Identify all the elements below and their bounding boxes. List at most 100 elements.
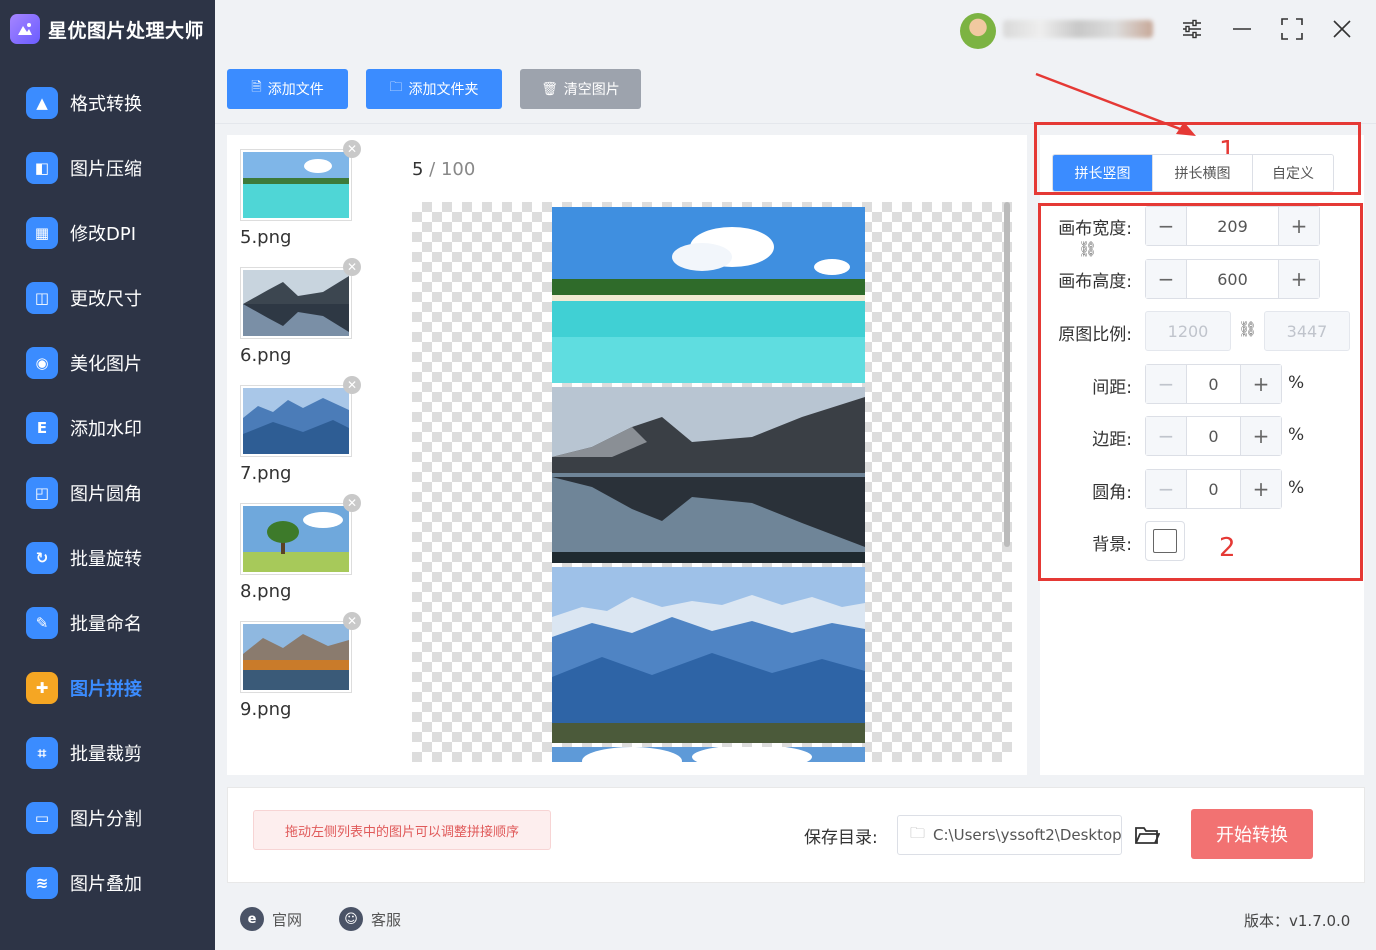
watermark-icon: E <box>26 411 58 444</box>
remove-file-icon[interactable]: ✕ <box>343 494 361 512</box>
sidebar-item-12[interactable]: ▭ 图片分割 <box>0 785 215 850</box>
link-aspect-icon[interactable]: ⛓ <box>1078 240 1097 258</box>
browse-folder-icon[interactable] <box>1131 820 1163 850</box>
corner-radius-percent: % <box>1288 478 1305 498</box>
round-corner-icon: ◰ <box>26 476 58 509</box>
spacing-increment[interactable]: + <box>1241 365 1281 403</box>
sidebar-item-2[interactable]: ◧ 图片压缩 <box>0 135 215 200</box>
sidebar-item-label: 图片圆角 <box>70 483 142 505</box>
canvas-height-stepper: − 600 + <box>1145 259 1320 299</box>
title-bar <box>215 0 1376 60</box>
canvas-height-value[interactable]: 600 <box>1186 260 1279 298</box>
sidebar-item-label: 批量命名 <box>70 613 142 635</box>
file-item[interactable]: ✕ 8.png <box>240 494 361 602</box>
remove-file-icon[interactable]: ✕ <box>343 140 361 158</box>
sidebar-item-11[interactable]: ⌗ 批量裁剪 <box>0 720 215 785</box>
website-link[interactable]: e 官网 <box>240 907 302 931</box>
spacing-value[interactable]: 0 <box>1186 365 1241 403</box>
support-link[interactable]: ☺ 客服 <box>339 907 401 931</box>
sidebar-item-1[interactable]: ▲ 格式转换 <box>0 70 215 135</box>
sidebar: 星优图片处理大师 ▲ 格式转换 ◧ 图片压缩 ▦ 修改DPI ◫ 更改尺寸 ◉ 美化图片 E 添加水印… <box>0 0 215 950</box>
save-dir-field[interactable]: 🗀 C:\Users\yssoft2\Desktop <box>897 815 1122 855</box>
remove-file-icon[interactable]: ✕ <box>343 258 361 276</box>
remove-file-icon[interactable]: ✕ <box>343 612 361 630</box>
sidebar-item-3[interactable]: ▦ 修改DPI <box>0 200 215 265</box>
maximize-icon[interactable] <box>1277 14 1307 44</box>
sidebar-item-label: 图片拼接 <box>70 678 142 700</box>
margin-increment[interactable]: + <box>1241 417 1281 455</box>
file-item[interactable]: ✕ 5.png <box>240 140 361 248</box>
file-thumbnail[interactable]: ✕ <box>240 612 361 693</box>
sidebar-item-6[interactable]: E 添加水印 <box>0 395 215 460</box>
sidebar-item-label: 批量裁剪 <box>70 743 142 765</box>
sidebar-item-label: 图片分割 <box>70 808 142 830</box>
file-thumbnail[interactable]: ✕ <box>240 376 361 457</box>
app-title: 星优图片处理大师 <box>48 19 205 42</box>
canvas-height-increment[interactable]: + <box>1279 260 1319 298</box>
rotate-icon: ↻ <box>26 541 58 574</box>
corner-radius-label: 圆角: <box>1092 483 1132 503</box>
sidebar-item-7[interactable]: ◰ 图片圆角 <box>0 460 215 525</box>
save-dir-label: 保存目录: <box>804 828 878 848</box>
stitch-preview[interactable] <box>412 202 1012 762</box>
puzzle-icon: ✚ <box>26 671 58 704</box>
preview-scrollbar[interactable] <box>1004 202 1010 547</box>
background-label: 背景: <box>1092 535 1132 555</box>
preview-image-sky <box>552 745 865 762</box>
file-item[interactable]: ✕ 6.png <box>240 258 361 366</box>
dpi-icon: ▦ <box>26 216 58 249</box>
start-convert-button[interactable]: 开始转换 <box>1191 809 1313 859</box>
file-thumbnail[interactable]: ✕ <box>240 140 361 221</box>
sidebar-item-9[interactable]: ✎ 批量命名 <box>0 590 215 655</box>
website-label: 官网 <box>272 910 303 929</box>
sidebar-item-label: 更改尺寸 <box>70 288 142 310</box>
add-file-button[interactable]: 🗎 添加文件 <box>227 69 348 109</box>
sidebar-nav: ▲ 格式转换 ◧ 图片压缩 ▦ 修改DPI ◫ 更改尺寸 ◉ 美化图片 E 添加水印 ◰ 图片圆角 ↻ 批量旋… <box>0 70 215 915</box>
file-thumbnail[interactable]: ✕ <box>240 494 361 575</box>
resize-icon: ◫ <box>26 281 58 314</box>
canvas-width-increment[interactable]: + <box>1279 207 1319 245</box>
sidebar-item-13[interactable]: ≋ 图片叠加 <box>0 850 215 915</box>
image-icon: ▲ <box>26 86 58 119</box>
remove-file-icon[interactable]: ✕ <box>343 376 361 394</box>
page-counter-separator: / <box>423 159 441 180</box>
preview-image-mountains <box>552 567 865 743</box>
sidebar-item-8[interactable]: ↻ 批量旋转 <box>0 525 215 590</box>
clear-images-button[interactable]: 🗑 清空图片 <box>520 69 641 109</box>
file-thumbnail[interactable]: ✕ <box>240 258 361 339</box>
corner-radius-decrement[interactable]: − <box>1146 470 1186 508</box>
version-text: 版本：v1.7.0.0 <box>1244 912 1351 930</box>
canvas-width-label: 画布宽度: <box>1058 219 1132 239</box>
sidebar-item-10[interactable]: ✚ 图片拼接 <box>0 655 215 720</box>
minimize-icon[interactable] <box>1227 14 1257 44</box>
background-swatch-inner <box>1153 529 1177 553</box>
page-counter-current: 5 <box>412 159 424 180</box>
corner-radius-increment[interactable]: + <box>1241 470 1281 508</box>
add-folder-label: 添加文件夹 <box>408 82 479 98</box>
canvas-width-value[interactable]: 209 <box>1186 207 1279 245</box>
sidebar-item-label: 格式转换 <box>70 93 142 115</box>
tab-custom[interactable]: 自定义 <box>1253 155 1333 191</box>
sidebar-item-4[interactable]: ◫ 更改尺寸 <box>0 265 215 330</box>
settings-sliders-icon[interactable] <box>1177 14 1207 44</box>
ratio-width-field: 1200 <box>1145 311 1231 351</box>
spacing-decrement[interactable]: − <box>1146 365 1186 403</box>
rename-icon: ✎ <box>26 606 58 639</box>
file-name: 8.png <box>240 581 292 602</box>
background-color-picker[interactable] <box>1145 521 1185 561</box>
user-avatar[interactable] <box>960 13 996 49</box>
canvas-height-decrement[interactable]: − <box>1146 260 1186 298</box>
sidebar-item-5[interactable]: ◉ 美化图片 <box>0 330 215 395</box>
add-folder-button[interactable]: 🗀 添加文件夹 <box>366 69 502 109</box>
corner-radius-value[interactable]: 0 <box>1186 470 1241 508</box>
margin-decrement[interactable]: − <box>1146 417 1186 455</box>
stitched-strip <box>552 207 865 762</box>
canvas-width-decrement[interactable]: − <box>1146 207 1186 245</box>
tab-horizontal-stitch[interactable]: 拼长横图 <box>1153 155 1253 191</box>
file-item[interactable]: ✕ 9.png <box>240 612 361 720</box>
margin-value[interactable]: 0 <box>1186 417 1241 455</box>
close-icon[interactable] <box>1327 14 1357 44</box>
file-item[interactable]: ✕ 7.png <box>240 376 361 484</box>
tab-vertical-stitch[interactable]: 拼长竖图 <box>1053 155 1153 191</box>
spacing-label: 间距: <box>1092 378 1132 398</box>
